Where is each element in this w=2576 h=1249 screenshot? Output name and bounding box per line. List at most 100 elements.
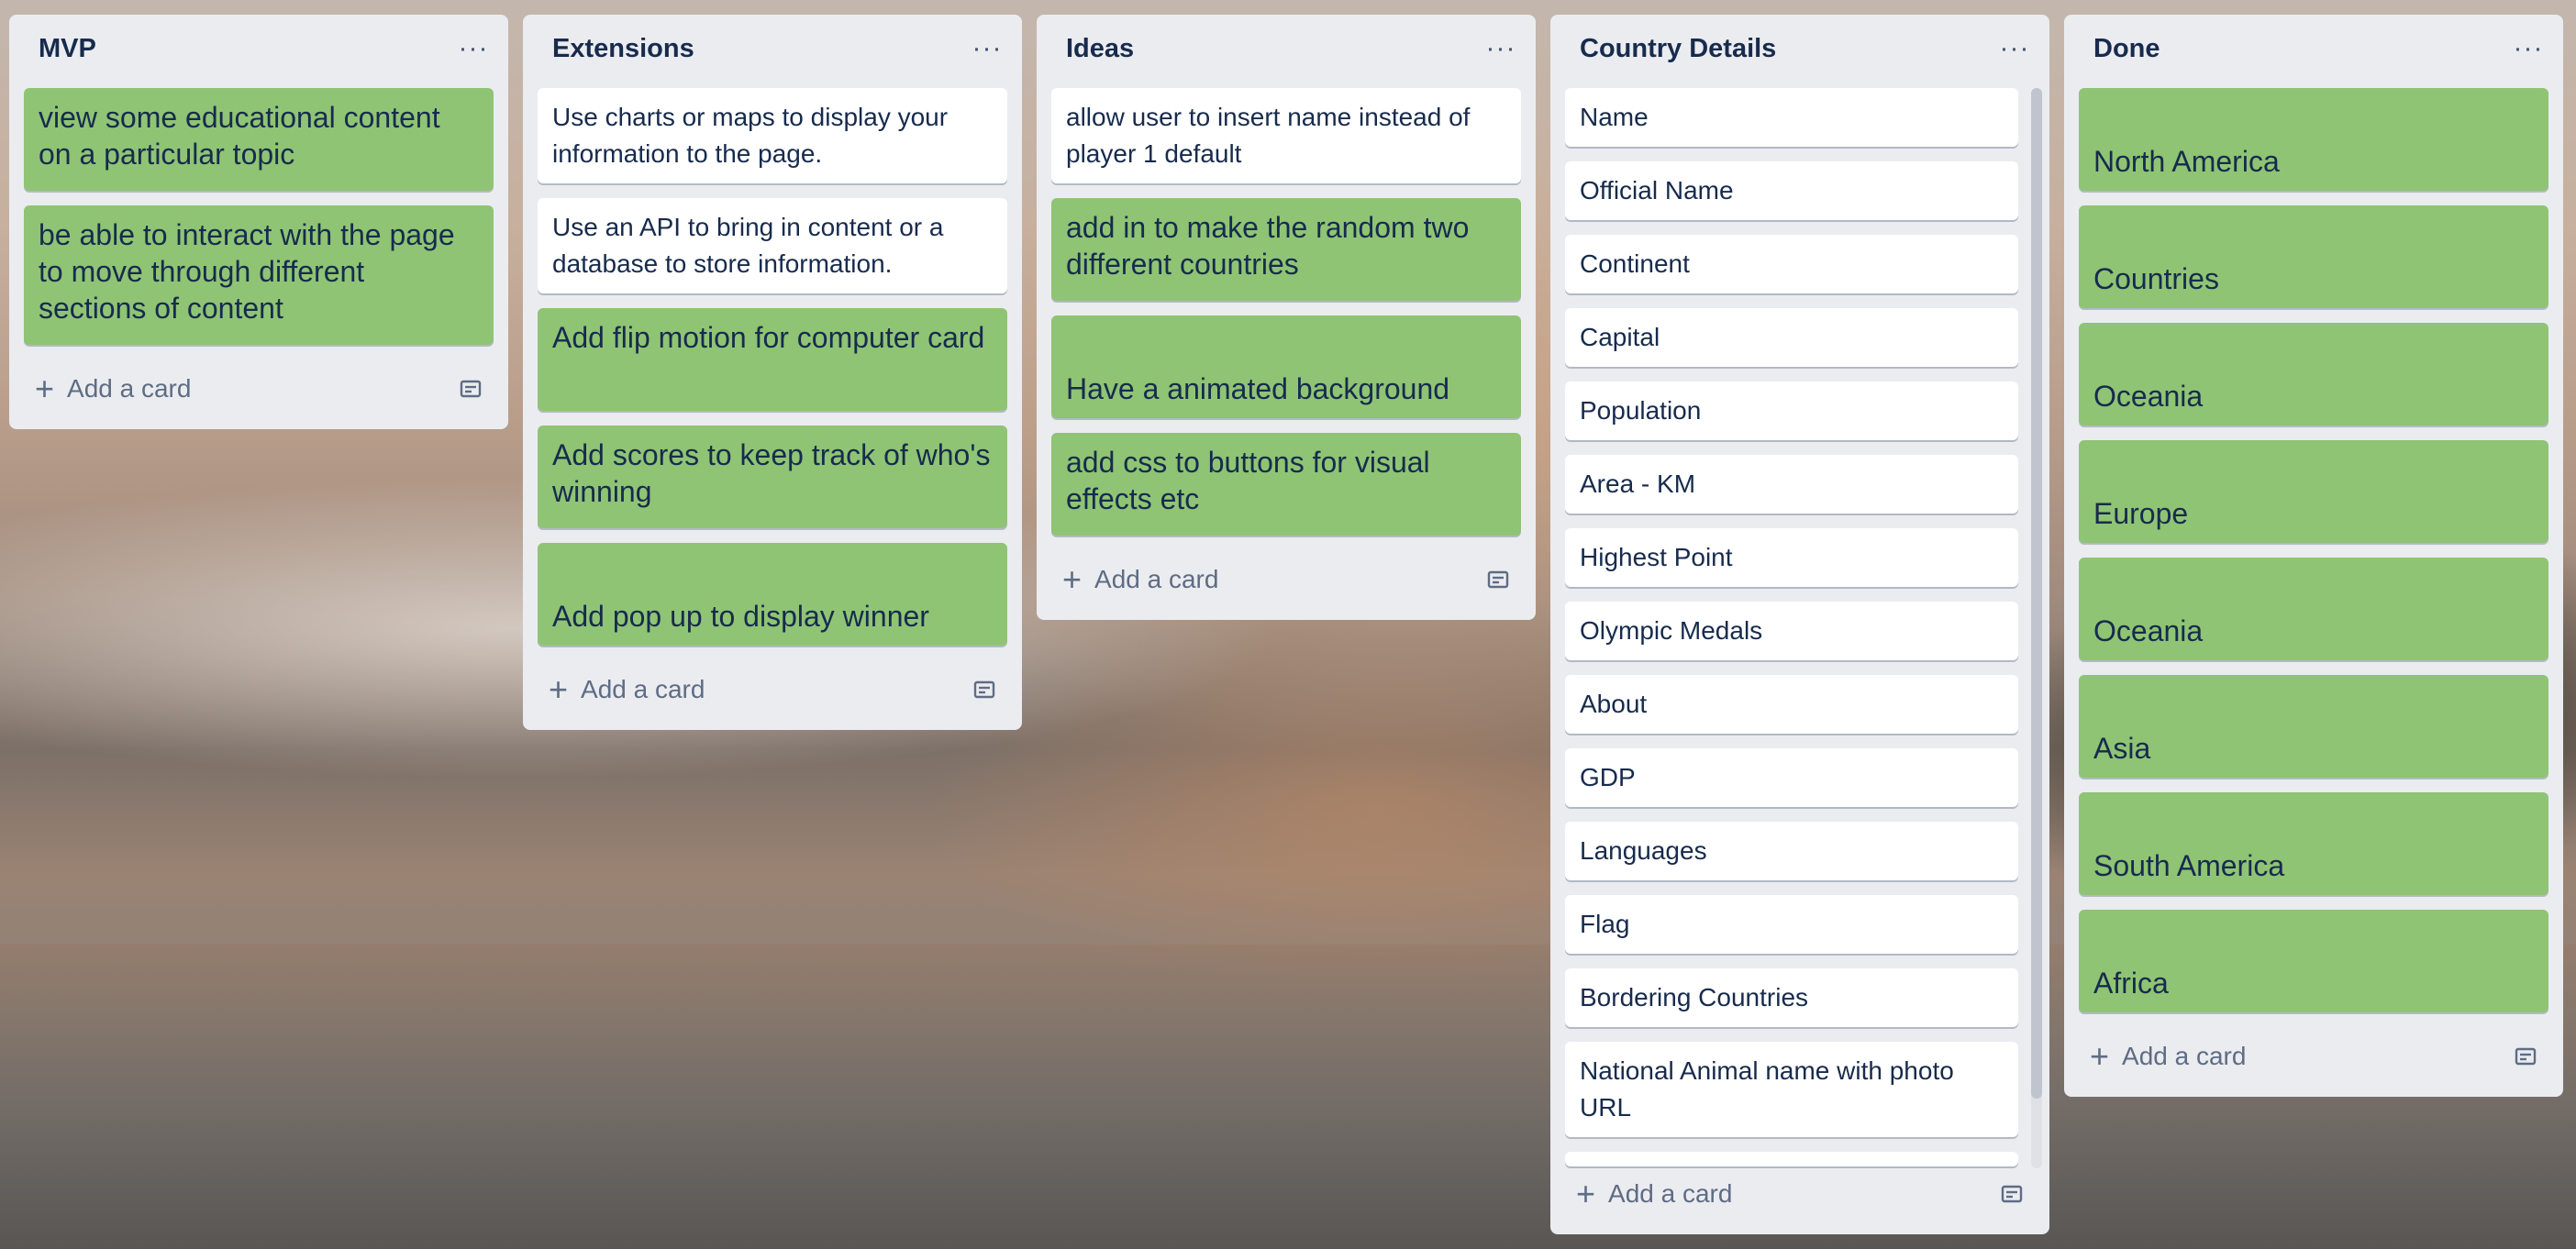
add-card-label: Add a card <box>67 374 192 403</box>
add-card-button[interactable]: + Add a card <box>2090 1040 2246 1073</box>
card-template-icon[interactable] <box>1486 569 1510 591</box>
add-card-row: + Add a card <box>1051 552 1521 607</box>
card-title: Add pop up to display winner <box>552 600 929 633</box>
card[interactable]: Countries <box>2079 205 2548 308</box>
card-title: Continent <box>1580 249 1690 278</box>
card-title: add in to make the random two different … <box>1066 211 1470 281</box>
card-title: add css to buttons for visual effects et… <box>1066 446 1430 515</box>
card-title: Olympic Medals <box>1580 616 1763 645</box>
card-template-icon[interactable] <box>972 679 996 701</box>
card[interactable]: add in to make the random two different … <box>1051 198 1521 301</box>
card[interactable]: GDP <box>1565 748 2018 807</box>
card-title: Oceania <box>2093 614 2204 647</box>
card[interactable]: view some educational content on a parti… <box>24 88 494 191</box>
card[interactable]: Official Name <box>1565 161 2018 220</box>
list-title[interactable]: Ideas <box>1066 34 1134 64</box>
add-card-label: Add a card <box>1608 1179 1733 1208</box>
card-template-icon[interactable] <box>459 378 483 400</box>
card[interactable]: Capital <box>1565 308 2018 367</box>
list-title[interactable]: MVP <box>39 34 96 64</box>
card[interactable]: Africa <box>2079 910 2548 1012</box>
card-title: North America <box>2093 145 2280 178</box>
card[interactable]: add css to buttons for visual effects et… <box>1051 433 1521 536</box>
list-menu-button[interactable]: ··· <box>1994 28 2035 69</box>
card[interactable]: Area - KM <box>1565 455 2018 514</box>
card[interactable]: About <box>1565 675 2018 734</box>
card[interactable]: Add scores to keep track of who's winnin… <box>538 426 1007 528</box>
list-header: Ideas ··· <box>1037 15 1536 83</box>
card[interactable]: Highest Point <box>1565 528 2018 587</box>
card-title: Highest Point <box>1580 543 1733 571</box>
card[interactable]: Continent <box>1565 235 2018 293</box>
card[interactable]: Have a animated background <box>1051 315 1521 418</box>
list-done: Done ··· North America Countries Oceania… <box>2064 15 2563 1097</box>
card[interactable]: Population <box>1565 381 2018 440</box>
add-card-button[interactable]: + Add a card <box>1062 563 1218 596</box>
add-card-button[interactable]: + Add a card <box>1576 1177 1732 1210</box>
card[interactable]: Bordering Countries <box>1565 968 2018 1027</box>
card[interactable]: Oceania <box>2079 558 2548 660</box>
card[interactable]: be able to interact with the page to mov… <box>24 205 494 345</box>
card-title: Area - KM <box>1580 470 1696 498</box>
card-title: Add scores to keep track of who's winnin… <box>552 438 991 508</box>
card-title: GDP <box>1580 763 1636 791</box>
card-title: Asia <box>2093 732 2151 765</box>
list-header: Done ··· <box>2064 15 2563 83</box>
card[interactable]: allow user to insert name instead of pla… <box>1051 88 1521 183</box>
card[interactable]: National Animal name with photo URL <box>1565 1042 2018 1137</box>
card-title: About <box>1580 690 1648 718</box>
add-card-row: + Add a card <box>2079 1029 2548 1084</box>
card[interactable]: Asia <box>2079 675 2548 778</box>
card[interactable]: Add pop up to display winner <box>538 543 1007 646</box>
card-title: Africa <box>2093 967 2169 1000</box>
card[interactable]: Olympic Medals <box>1565 602 2018 660</box>
list-scrollbar[interactable] <box>2031 88 2042 1168</box>
card-partial[interactable] <box>1565 1152 2018 1166</box>
card[interactable]: Add flip motion for computer card <box>538 308 1007 411</box>
add-card-row: + Add a card <box>538 662 1007 717</box>
card[interactable]: Name <box>1565 88 2018 147</box>
card[interactable]: North America <box>2079 88 2548 191</box>
list-title[interactable]: Country Details <box>1580 34 1776 64</box>
card-title: be able to interact with the page to mov… <box>39 218 455 325</box>
card-template-icon[interactable] <box>2514 1045 2537 1067</box>
add-card-row: + Add a card <box>1565 1166 2035 1221</box>
card[interactable]: Use charts or maps to display your infor… <box>538 88 1007 183</box>
list-menu-button[interactable]: ··· <box>453 28 494 69</box>
card-title: Bordering Countries <box>1580 983 1809 1011</box>
card-title: Use charts or maps to display your infor… <box>552 103 949 168</box>
card-title: Capital <box>1580 323 1660 351</box>
add-card-label: Add a card <box>1094 565 1219 593</box>
card[interactable]: Oceania <box>2079 323 2548 426</box>
list-header: Extensions ··· <box>523 15 1022 83</box>
list-ideas: Ideas ··· allow user to insert name inst… <box>1037 15 1536 620</box>
card-title: National Animal name with photo URL <box>1580 1056 1954 1122</box>
card-title: Population <box>1580 396 1702 425</box>
list-title[interactable]: Extensions <box>552 34 694 64</box>
card[interactable]: Use an API to bring in content or a data… <box>538 198 1007 293</box>
card-title: Use an API to bring in content or a data… <box>552 213 944 278</box>
plus-icon: + <box>35 370 55 407</box>
card-template-icon[interactable] <box>2000 1183 2024 1205</box>
more-horizontal-icon: ··· <box>2513 33 2544 63</box>
list-menu-button[interactable]: ··· <box>1481 28 1521 69</box>
card-title: Name <box>1580 103 1649 131</box>
list-title[interactable]: Done <box>2093 34 2160 64</box>
card[interactable]: Languages <box>1565 822 2018 880</box>
card-title: Official Name <box>1580 176 1734 204</box>
card-title: allow user to insert name instead of pla… <box>1066 103 1471 168</box>
plus-icon: + <box>2090 1037 2110 1075</box>
list-menu-button[interactable]: ··· <box>967 28 1007 69</box>
add-card-button[interactable]: + Add a card <box>549 673 705 706</box>
more-horizontal-icon: ··· <box>1999 33 2030 63</box>
more-horizontal-icon: ··· <box>1485 33 1516 63</box>
card[interactable]: Europe <box>2079 440 2548 543</box>
list-extensions: Extensions ··· Use charts or maps to dis… <box>523 15 1022 730</box>
card-title: Have a animated background <box>1066 372 1450 405</box>
card[interactable]: South America <box>2079 792 2548 895</box>
more-horizontal-icon: ··· <box>972 33 1003 63</box>
list-menu-button[interactable]: ··· <box>2508 28 2548 69</box>
list-scrollbar-thumb[interactable] <box>2031 88 2042 1099</box>
card[interactable]: Flag <box>1565 895 2018 954</box>
add-card-button[interactable]: + Add a card <box>35 372 191 405</box>
